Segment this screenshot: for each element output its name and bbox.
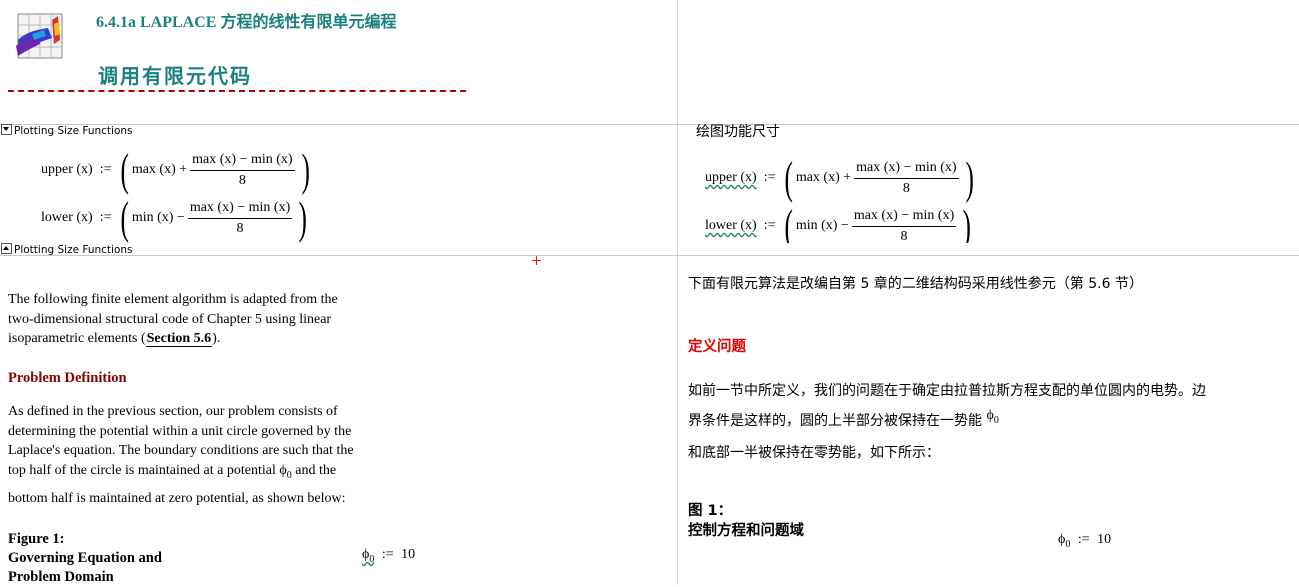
figure-label: Figure 1: [8, 531, 65, 547]
eq-term: min (x) − [131, 210, 185, 225]
problem-paragraph: As defined in the previous section, our … [8, 402, 393, 508]
intro-line: two-dimensional structural code of Chapt… [8, 311, 332, 327]
phi-subscript: 0 [369, 553, 375, 565]
right-paren: ) [301, 144, 310, 195]
phi-value: 10 [1097, 532, 1112, 547]
problem-line: 和底部一半被保持在零势能，如下所示： [688, 444, 940, 461]
phi-symbol: ϕ [279, 462, 287, 478]
problem-definition-heading-cn: 定义问题 [688, 339, 746, 355]
eq-lhs: upper (x) [705, 170, 757, 185]
phi-subscript: 0 [993, 414, 999, 426]
problem-text: and the [291, 462, 337, 478]
assign-operator: := [763, 170, 776, 185]
eq-fraction: max (x) − min (x) 8 [187, 200, 293, 237]
lower-function-equation[interactable]: lower (x) := ( min (x) − max (x) − min (… [41, 192, 311, 243]
phi-variable: ϕ0 [362, 547, 375, 565]
eq-term: min (x) − [795, 218, 849, 233]
right-equation-region: upper (x) := ( max (x) + max (x) − min (… [700, 148, 1000, 244]
section-title: 调用有限元代码 [98, 64, 252, 88]
upper-function-equation[interactable]: upper (x) := ( max (x) + max (x) − min (… [705, 152, 977, 203]
intro-paragraph: The following finite element algorithm i… [8, 290, 388, 349]
region-label: Plotting Size Functions [14, 244, 133, 256]
region-toggle-collapse[interactable]: Plotting Size Functions [1, 124, 133, 137]
intro-paragraph-cn: 下面有限元算法是改编自第 5 章的二维结构码采用线性参元（第 5.6 节） [688, 276, 1143, 292]
problem-line: 界条件是这样的，圆的上半部分被保持在一势能 ϕ0 [688, 406, 1288, 442]
intro-text: ). [212, 331, 221, 346]
problem-line: top half of the circle is maintained at … [8, 461, 393, 485]
eq-fraction: max (x) − min (x) 8 [851, 208, 957, 244]
fraction-denominator: 8 [238, 172, 246, 188]
expand-arrow-icon[interactable] [1, 243, 12, 254]
region-label: Plotting Size Functions [14, 125, 133, 137]
section-number-heading: 6.4.1a LAPLACE 方程的线性有限单元编程 [96, 14, 397, 31]
fraction-numerator: max (x) − min (x) [190, 152, 295, 171]
eq-lhs: upper (x) [41, 162, 93, 177]
eq-term: max (x) + [795, 170, 852, 185]
left-paren: ( [783, 200, 793, 244]
left-paren: ( [119, 192, 129, 243]
intro-line: The following finite element algorithm i… [8, 292, 338, 307]
phi-inline: ϕ0 [986, 408, 999, 426]
phi-definition[interactable]: ϕ0 := 10 [362, 547, 415, 565]
problem-line: As defined in the previous section, our … [8, 404, 338, 419]
fraction-numerator: max (x) − min (x) [854, 160, 959, 179]
eq-lhs: lower (x) [705, 218, 757, 233]
page-column-divider [677, 0, 678, 585]
fraction-denominator: 8 [900, 228, 908, 244]
eq-fraction: max (x) − min (x) 8 [854, 160, 959, 197]
figure-caption: Figure 1: Governing Equation and Problem… [8, 530, 162, 587]
phi-value: 10 [401, 547, 416, 562]
problem-text: 界条件是这样的，圆的上半部分被保持在一势能 [688, 413, 987, 429]
problem-text: top half of the circle is maintained at … [8, 462, 280, 478]
figure-caption-cn: 图 1： 控制方程和问题域 [688, 501, 804, 541]
fraction-denominator: 8 [236, 220, 244, 236]
problem-line: determining the potential within a unit … [8, 423, 352, 439]
crosshair-cursor-icon [532, 252, 541, 265]
assign-operator: := [99, 210, 112, 225]
plot-functions-title: 绘图功能尺寸 [696, 124, 780, 140]
right-paren: ) [965, 152, 974, 203]
region-bottom-rule [0, 255, 1299, 256]
assign-operator: := [99, 162, 112, 177]
problem-paragraph-cn: 如前一节中所定义，我们的问题在于确定由拉普拉斯方程支配的单位圆内的电势。边 界条… [688, 376, 1288, 468]
figure-label: 图 1： [688, 503, 733, 519]
figure-caption-line: Problem Domain [8, 569, 114, 585]
fraction-denominator: 8 [902, 180, 910, 196]
intro-line: isoparametric elements (Section 5.6). [8, 329, 388, 349]
left-paren: ( [119, 144, 129, 195]
region-top-rule [0, 124, 1299, 125]
problem-line: Laplace's equation. The boundary conditi… [8, 443, 354, 458]
problem-line: 如前一节中所定义，我们的问题在于确定由拉普拉斯方程支配的单位圆内的电势。边 [688, 383, 1206, 399]
phi-subscript: 0 [1065, 538, 1071, 550]
eq-fraction: max (x) − min (x) 8 [190, 152, 295, 189]
fraction-numerator: max (x) − min (x) [851, 208, 957, 227]
collapse-arrow-icon[interactable] [1, 124, 12, 135]
right-paren: ) [962, 200, 972, 244]
region-toggle-expand[interactable]: Plotting Size Functions [1, 243, 133, 256]
phi-variable: ϕ0 [1058, 532, 1071, 550]
left-paren: ( [783, 152, 793, 203]
phi-definition-right[interactable]: ϕ0 := 10 [1058, 532, 1111, 550]
header-dashed-rule [8, 90, 466, 92]
eq-term: max (x) + [131, 162, 188, 177]
lower-function-equation[interactable]: lower (x) := ( min (x) − max (x) − min (… [705, 200, 975, 244]
eq-lhs: lower (x) [41, 210, 93, 225]
phi-symbol: ϕ [986, 408, 994, 423]
section-5-6-link[interactable]: Section 5.6 [145, 331, 213, 347]
mathcad-logo-icon [12, 10, 66, 64]
fraction-numerator: max (x) − min (x) [187, 200, 293, 219]
figure-caption-line: Governing Equation and [8, 550, 162, 566]
upper-function-equation[interactable]: upper (x) := ( max (x) + max (x) − min (… [41, 144, 313, 195]
problem-line: bottom half is maintained at zero potent… [8, 490, 346, 506]
problem-definition-heading: Problem Definition [8, 370, 127, 386]
assign-operator: := [381, 547, 394, 562]
assign-operator: := [763, 218, 776, 233]
assign-operator: := [1077, 532, 1090, 547]
figure-caption-line: 控制方程和问题域 [688, 523, 804, 539]
intro-text: isoparametric elements ( [8, 331, 146, 346]
right-paren: ) [298, 192, 308, 243]
